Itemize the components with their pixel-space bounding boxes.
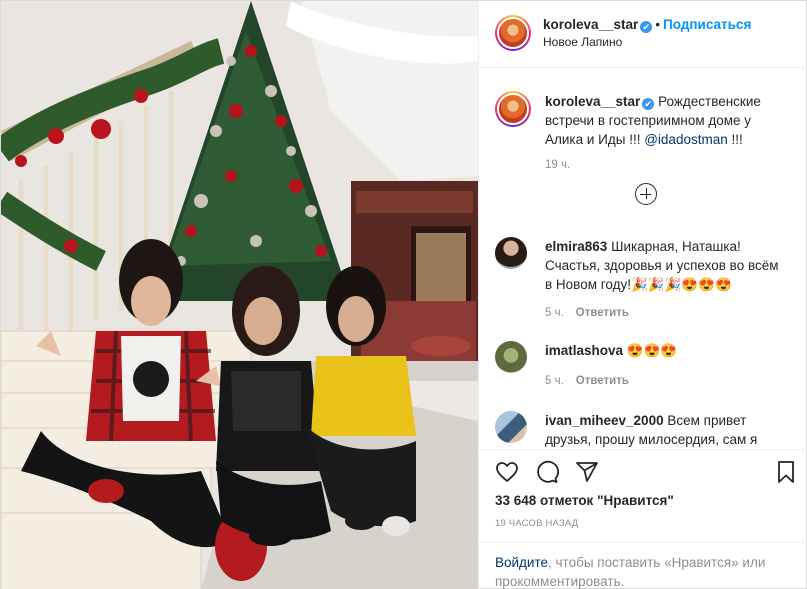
comment-meta: 5 ч. Ответить: [545, 375, 629, 387]
caption-mention[interactable]: @idadostman: [644, 132, 728, 147]
post-photo[interactable]: [1, 1, 478, 589]
reply-button[interactable]: Ответить: [576, 307, 629, 319]
comment-time: 5 ч.: [545, 375, 564, 387]
commenter-avatar[interactable]: [495, 237, 527, 269]
comment-text: ivan_miheev_2000 Всем привет друзья, про…: [545, 411, 785, 449]
reply-button[interactable]: Ответить: [576, 375, 629, 387]
comment-text: elmira863 Шикарная, Наташка! Счастья, зд…: [545, 237, 785, 294]
comment-time: 5 ч.: [545, 307, 564, 319]
post-timestamp: 19 ЧАСОВ НАЗАД: [495, 518, 579, 529]
verified-badge-icon: ✔: [640, 21, 653, 33]
caption-tail: !!!: [727, 132, 743, 147]
author-username[interactable]: koroleva__star: [543, 17, 638, 32]
comment-meta: 5 ч. Ответить: [545, 307, 629, 319]
share-icon[interactable]: [575, 460, 599, 484]
login-link[interactable]: Войдите: [495, 555, 548, 570]
caption-author-avatar[interactable]: [495, 91, 531, 127]
post-sidebar: koroleva__star ✔ • Подписаться Новое Лапино…: [478, 1, 807, 589]
verified-badge-icon: ✔: [642, 98, 655, 110]
commenter-avatar[interactable]: [495, 411, 527, 443]
comments-list[interactable]: koroleva__star ✔ Рождественские встречи в…: [479, 69, 807, 449]
heart-icon[interactable]: [495, 460, 519, 484]
follow-button[interactable]: Подписаться: [663, 17, 751, 32]
author-avatar[interactable]: [495, 15, 531, 51]
caption-text: koroleva__star ✔ Рождественские встречи в…: [545, 92, 770, 149]
separator-dot: •: [655, 17, 661, 32]
comment-username[interactable]: elmira863: [545, 239, 607, 254]
comment-text: imatlashova 😍😍😍: [545, 341, 785, 360]
comment-icon[interactable]: [535, 460, 559, 484]
caption: koroleva__star ✔ Рождественские встречи в…: [495, 91, 795, 171]
comment-item: elmira863 Шикарная, Наташка! Счастья, зд…: [495, 237, 795, 327]
caption-time: 19 ч.: [545, 159, 571, 171]
likes-count[interactable]: 33 648 отметок "Нравится": [495, 493, 674, 508]
login-prompt: Войдите, чтобы поставить «Нравится» или …: [479, 542, 807, 589]
comment-username[interactable]: ivan_miheev_2000: [545, 413, 664, 428]
comment-item: ivan_miheev_2000 Всем привет друзья, про…: [495, 411, 795, 449]
plus-circle-icon[interactable]: [635, 183, 657, 205]
post-header: koroleva__star ✔ • Подписаться Новое Лапино: [479, 1, 807, 68]
comment-username[interactable]: imatlashova: [545, 343, 623, 358]
comment-item: imatlashova 😍😍😍 5 ч. Ответить: [495, 341, 795, 401]
instagram-post: koroleva__star ✔ • Подписаться Новое Лапино…: [0, 0, 807, 589]
bookmark-icon[interactable]: [774, 460, 798, 484]
header-title-line: koroleva__star ✔ • Подписаться: [543, 17, 751, 33]
comment-body: 😍😍😍: [626, 343, 678, 358]
commenter-avatar[interactable]: [495, 341, 527, 373]
christmas-photo-illustration: [1, 1, 478, 589]
post-location[interactable]: Новое Лапино: [543, 35, 622, 49]
caption-author-username[interactable]: koroleva__star: [545, 94, 640, 109]
post-actions: 33 648 отметок "Нравится" 19 ЧАСОВ НАЗАД…: [479, 449, 807, 589]
